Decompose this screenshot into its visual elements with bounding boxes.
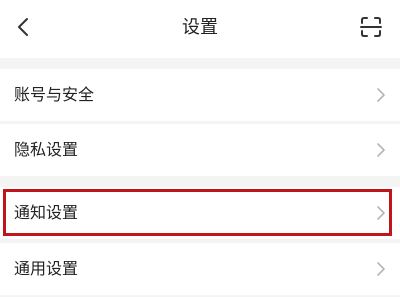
settings-item-label: 账号与安全 [14,85,95,104]
page-title: 设置 [182,17,218,38]
settings-item-privacy[interactable]: 隐私设置 [0,124,400,176]
scan-button[interactable] [358,14,384,40]
settings-item-notifications[interactable]: 通知设置 [0,187,400,239]
top-navigation-bar: 设置 [0,0,400,58]
chevron-right-icon [377,206,385,220]
settings-item-general[interactable]: 通用设置 [0,243,400,295]
chevron-right-icon [377,262,385,276]
settings-item-account-security[interactable]: 账号与安全 [0,69,400,121]
chevron-right-icon [377,88,385,102]
settings-item-label: 隐私设置 [14,140,79,159]
scan-icon [360,17,382,37]
chevron-right-icon [377,143,385,157]
settings-item-label: 通知设置 [14,203,79,222]
settings-item-label: 通用设置 [14,259,79,278]
